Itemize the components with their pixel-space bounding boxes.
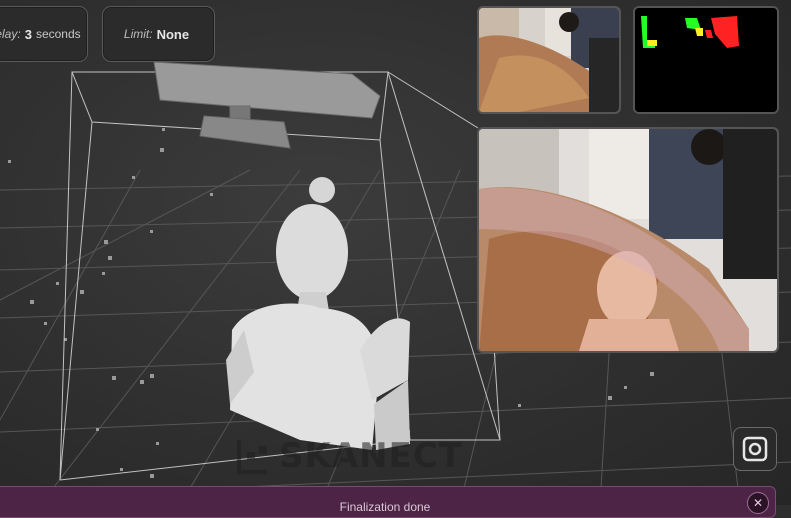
segmentation-mask-icon bbox=[635, 8, 777, 112]
rgb-preview-large[interactable] bbox=[477, 127, 779, 353]
camera-rgb-feed-icon bbox=[479, 8, 619, 112]
delay-unit: seconds bbox=[35, 27, 81, 41]
brand-watermark: SKANECT bbox=[233, 433, 463, 479]
rgb-preview-small[interactable] bbox=[477, 6, 621, 114]
delay-key: elay: bbox=[0, 27, 21, 41]
scanned-model bbox=[226, 177, 410, 450]
skanect-logo-icon bbox=[237, 440, 267, 474]
delay-value: 3 bbox=[24, 26, 32, 42]
snapshot-button[interactable] bbox=[733, 427, 777, 471]
square-snapshot-icon bbox=[742, 436, 768, 462]
status-bar: Finalization done ✕ bbox=[0, 486, 776, 518]
limit-key: Limit: bbox=[123, 27, 153, 41]
close-icon: ✕ bbox=[752, 496, 764, 510]
limit-value: None bbox=[156, 26, 190, 42]
camera-rgb-feed-large-icon bbox=[479, 129, 777, 351]
limit-setting[interactable]: Limit: None bbox=[102, 6, 215, 62]
segmentation-mask-preview[interactable] bbox=[633, 6, 779, 114]
sensor-model bbox=[153, 61, 381, 149]
brand-text: SKANECT bbox=[279, 436, 463, 476]
delay-setting[interactable]: elay: 3 seconds bbox=[0, 6, 88, 62]
status-message: Finalization done bbox=[339, 500, 431, 514]
close-status-button[interactable]: ✕ bbox=[747, 492, 769, 514]
